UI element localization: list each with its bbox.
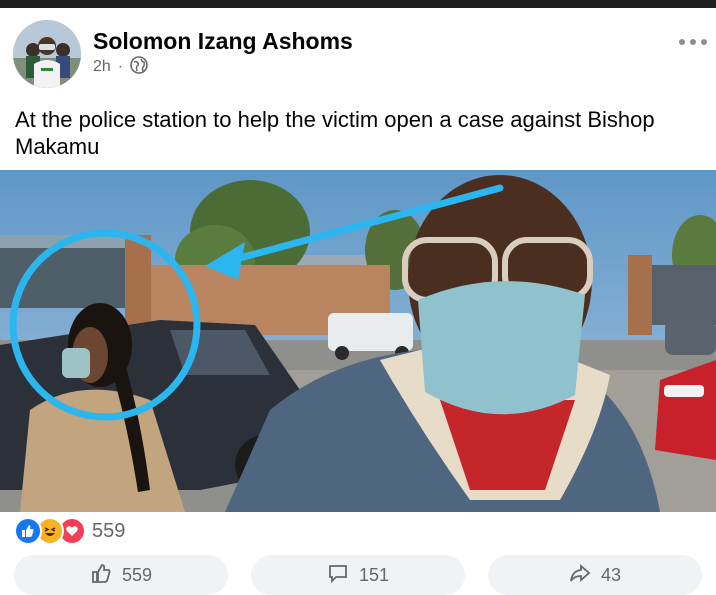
- post-meta: 2h ·: [93, 55, 148, 79]
- comment-icon: [327, 562, 349, 589]
- post-time[interactable]: 2h: [93, 58, 111, 76]
- post-author-name[interactable]: Solomon Izang Ashoms: [93, 28, 353, 55]
- like-action-button[interactable]: 559: [14, 555, 228, 595]
- share-action-button[interactable]: 43: [488, 555, 702, 595]
- thumbs-up-icon: [90, 562, 112, 589]
- public-globe-icon: [130, 55, 148, 79]
- reaction-summary[interactable]: 559: [14, 517, 126, 545]
- reaction-count: 559: [92, 519, 126, 542]
- more-options-icon[interactable]: [679, 32, 707, 52]
- post-photo[interactable]: [0, 170, 716, 512]
- comment-action-label: 151: [358, 564, 390, 585]
- top-status-bar: [0, 0, 716, 8]
- comment-action-button[interactable]: 151: [251, 555, 465, 595]
- like-icon: [14, 517, 42, 545]
- post-caption: At the police station to help the victim…: [15, 107, 655, 159]
- avatar[interactable]: [13, 20, 81, 88]
- share-icon: [569, 562, 591, 589]
- meta-separator: ·: [117, 58, 124, 75]
- like-action-label: 559: [121, 564, 153, 585]
- share-action-label: 43: [600, 564, 622, 585]
